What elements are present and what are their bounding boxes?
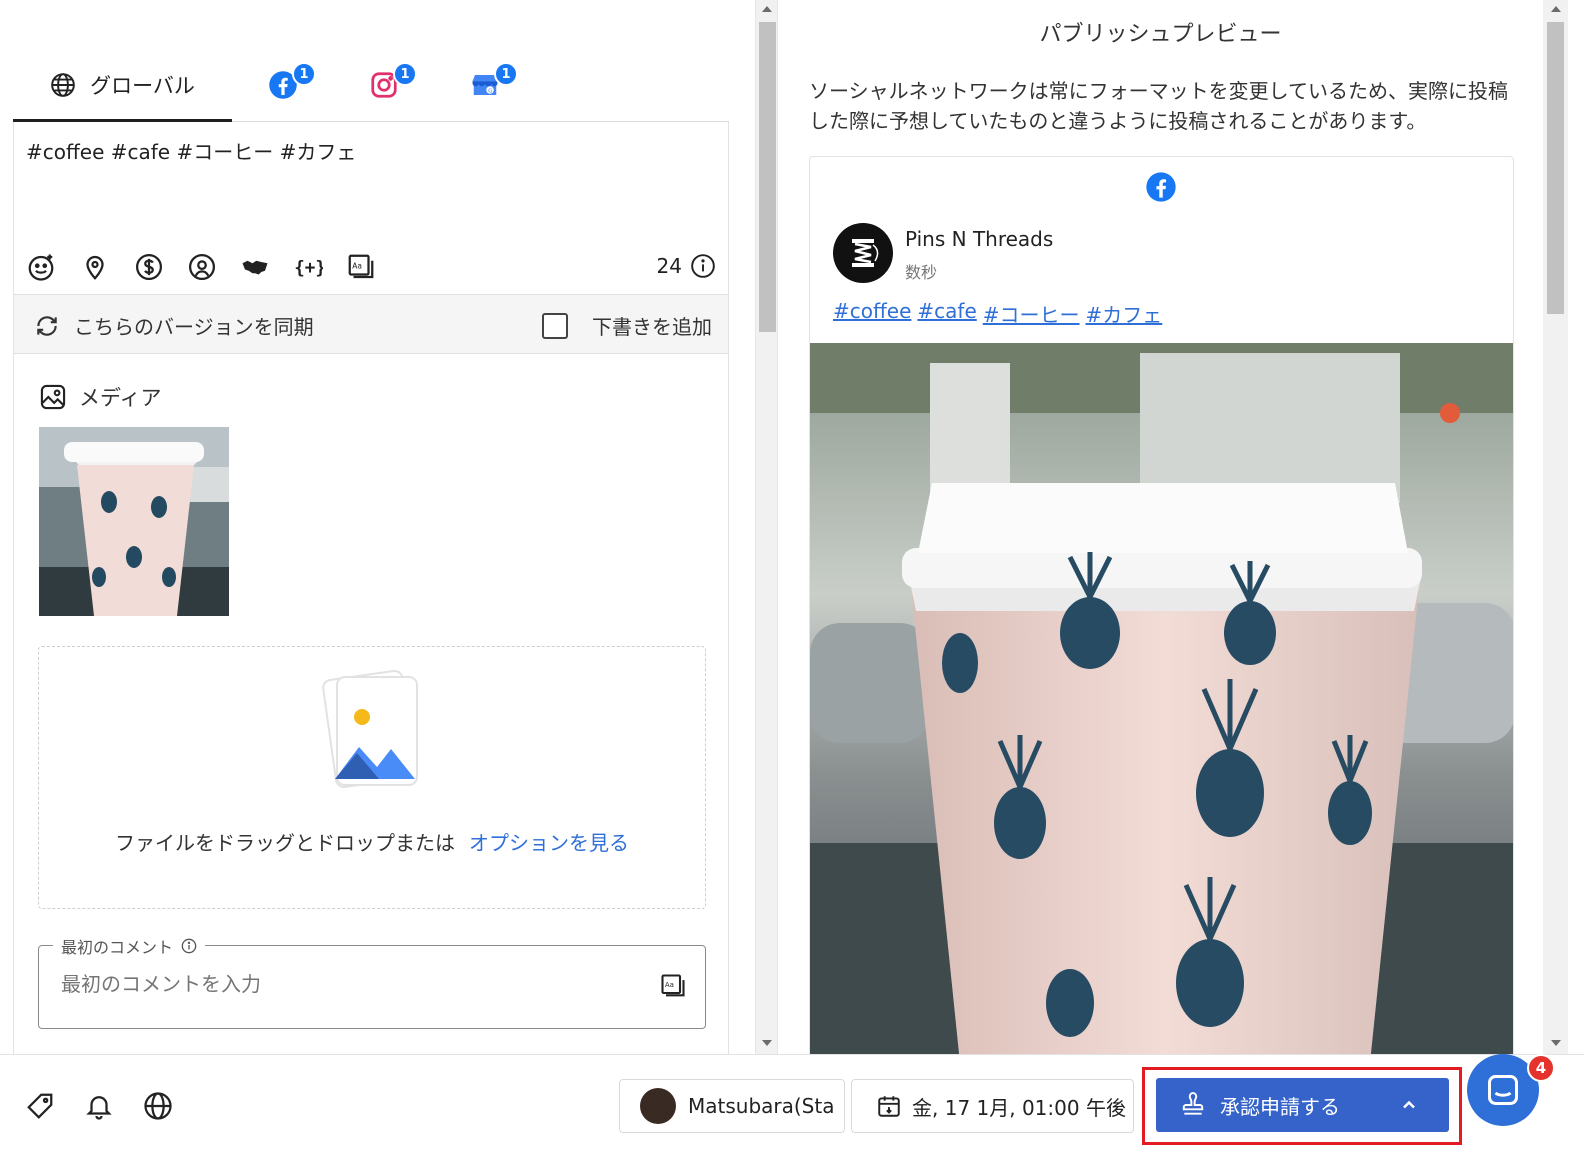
tab-instagram[interactable]: 1 bbox=[369, 62, 417, 104]
request-approval-label: 承認申請する bbox=[1220, 1094, 1340, 1119]
tab-global[interactable]: グローバル bbox=[13, 50, 232, 122]
user-selector[interactable]: Matsubara(Sta bbox=[619, 1079, 845, 1133]
stamp-icon bbox=[1182, 1092, 1204, 1115]
first-comment-field: 最初のコメント Aa bbox=[38, 934, 706, 1029]
svg-text:{+}: {+} bbox=[294, 258, 323, 278]
user-avatar bbox=[640, 1088, 676, 1124]
scroll-up-arrow[interactable] bbox=[761, 6, 772, 12]
char-count-value: 24 bbox=[656, 254, 682, 278]
preview-post-image bbox=[810, 343, 1513, 1054]
handshake-icon[interactable] bbox=[240, 252, 270, 282]
post-text-area[interactable]: #coffee #cafe #コーヒー #カフェ bbox=[26, 136, 356, 165]
upload-illustration-icon bbox=[322, 669, 418, 788]
editor-toolbar: {+} Aa 24 bbox=[26, 250, 716, 286]
coffee-cup-thumbnail bbox=[39, 427, 229, 616]
bell-icon[interactable] bbox=[84, 1091, 114, 1121]
scroll-down-arrow[interactable] bbox=[1550, 1040, 1561, 1046]
schedule-text: 金, 17 1月, 01:00 午後 bbox=[912, 1095, 1126, 1120]
sync-bar: こちらのバージョンを同期 下書きを追加 bbox=[14, 294, 728, 354]
dollar-icon[interactable] bbox=[134, 252, 164, 282]
facebook-post-preview: Pins N Threads 数秒 #coffee #cafe #コーヒー #カ… bbox=[809, 156, 1514, 1054]
chevron-up-icon[interactable] bbox=[1399, 1095, 1419, 1115]
media-thumbnail[interactable] bbox=[39, 427, 229, 616]
instagram-badge: 1 bbox=[393, 62, 417, 86]
preview-scrollbar[interactable] bbox=[1543, 0, 1568, 1054]
svg-text:Aa: Aa bbox=[352, 261, 362, 270]
first-comment-legend: 最初のコメント bbox=[53, 934, 206, 958]
bottom-action-bar: Matsubara(Sta 金, 17 1月, 01:00 午後 承認申請する bbox=[0, 1054, 1584, 1161]
tag-icon[interactable] bbox=[25, 1091, 55, 1121]
location-icon[interactable] bbox=[80, 252, 110, 282]
add-draft-toggle[interactable]: 下書きを追加 bbox=[542, 311, 712, 340]
text-format-icon[interactable]: Aa bbox=[659, 972, 687, 1000]
scroll-thumb[interactable] bbox=[759, 22, 776, 332]
calendar-icon bbox=[878, 1096, 900, 1117]
network-tabs: グローバル 1 1 G 1 bbox=[13, 50, 729, 122]
draft-label: 下書きを追加 bbox=[592, 315, 712, 339]
info-icon[interactable] bbox=[690, 253, 716, 279]
post-editor: #coffee #cafe #コーヒー #カフェ {+} Aa 24 こちらのバ… bbox=[13, 122, 729, 1054]
media-heading: メディア bbox=[39, 382, 162, 412]
scroll-up-arrow[interactable] bbox=[1550, 6, 1561, 12]
scroll-thumb[interactable] bbox=[1547, 22, 1564, 314]
drop-text: ファイルをドラッグとドロップまたは bbox=[115, 831, 455, 855]
globe-icon bbox=[51, 72, 75, 97]
emoji-icon[interactable] bbox=[26, 252, 56, 282]
page-name: Pins N Threads bbox=[905, 227, 1054, 251]
preview-title: パブリッシュプレビュー bbox=[1039, 22, 1282, 47]
first-comment-label: 最初のコメント bbox=[61, 938, 174, 957]
image-icon bbox=[40, 384, 66, 410]
hashtag-link[interactable]: #cafe bbox=[917, 299, 976, 328]
media-dropzone[interactable]: ファイルをドラッグとドロップまたは オプションを見る bbox=[38, 646, 706, 909]
request-approval-button[interactable]: 承認申請する bbox=[1156, 1078, 1449, 1132]
facebook-badge: 1 bbox=[292, 62, 316, 86]
hashtag-link[interactable]: #カフェ bbox=[1086, 299, 1163, 328]
google-badge: 1 bbox=[494, 62, 518, 86]
tab-google-business[interactable]: G 1 bbox=[470, 62, 518, 104]
composer-panel: グローバル 1 1 G 1 #coffee #cafe #コーヒー #カフェ {… bbox=[0, 0, 755, 1054]
char-count: 24 bbox=[657, 253, 716, 279]
variable-icon[interactable]: {+} bbox=[293, 252, 323, 282]
info-icon[interactable] bbox=[181, 938, 197, 954]
chat-badge: 4 bbox=[1527, 1054, 1555, 1082]
drop-instructions: ファイルをドラッグとドロップまたは オプションを見る bbox=[39, 827, 705, 856]
sync-version-button[interactable]: こちらのバージョンを同期 bbox=[34, 311, 314, 340]
first-comment-input[interactable] bbox=[61, 972, 621, 996]
user-name: Matsubara(Sta bbox=[688, 1094, 835, 1118]
tab-facebook[interactable]: 1 bbox=[268, 62, 316, 104]
chat-icon bbox=[1488, 1075, 1518, 1105]
spool-logo-icon bbox=[852, 239, 879, 267]
schedule-picker[interactable]: 金, 17 1月, 01:00 午後 bbox=[851, 1079, 1134, 1133]
sync-icon bbox=[37, 315, 57, 336]
text-format-icon[interactable]: Aa bbox=[346, 252, 376, 282]
preview-note: ソーシャルネットワークは常にフォーマットを変更しているため、実際に投稿した際に予… bbox=[809, 79, 1508, 133]
composer-scrollbar[interactable] bbox=[755, 0, 778, 1054]
hashtag-link[interactable]: #coffee bbox=[833, 299, 911, 328]
post-time: 数秒 bbox=[905, 263, 938, 282]
preview-hashtags: #coffee #cafe #コーヒー #カフェ bbox=[833, 299, 1162, 328]
view-options-link[interactable]: オプションを見る bbox=[469, 831, 629, 855]
sync-label: こちらのバージョンを同期 bbox=[74, 315, 314, 339]
media-label: メディア bbox=[79, 386, 162, 410]
hashtag-link[interactable]: #コーヒー bbox=[983, 299, 1080, 328]
scroll-down-arrow[interactable] bbox=[761, 1040, 772, 1046]
draft-checkbox[interactable] bbox=[542, 312, 568, 339]
preview-panel: パブリッシュプレビュー ソーシャルネットワークは常にフォーマットを変更しているた… bbox=[778, 0, 1543, 1054]
facebook-icon bbox=[1146, 172, 1176, 202]
svg-text:G: G bbox=[488, 89, 492, 95]
svg-text:Aa: Aa bbox=[665, 981, 674, 989]
globe-icon[interactable] bbox=[143, 1091, 173, 1121]
page-avatar bbox=[833, 223, 893, 283]
tab-global-label: グローバル bbox=[90, 73, 195, 98]
podcast-icon[interactable] bbox=[187, 252, 217, 282]
